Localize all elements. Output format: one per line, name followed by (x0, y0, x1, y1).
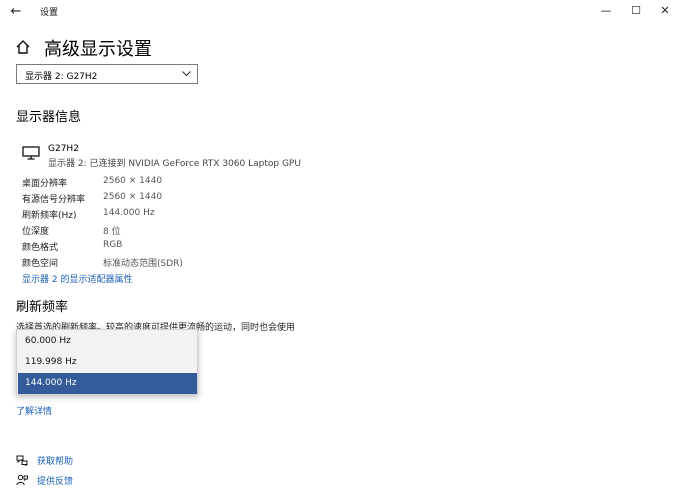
minimize-button[interactable]: — (592, 2, 620, 20)
desktop-resolution-value: 2560 × 1440 (103, 176, 163, 186)
refresh-option-119[interactable]: 119.998 Hz (18, 352, 197, 373)
refresh-option-144[interactable]: 144.000 Hz (18, 373, 197, 394)
color-space-value: 标准动态范围(SDR) (103, 259, 183, 269)
display-select-value: 显示器 2: G27H2 (25, 72, 98, 82)
display-info-heading: 显示器信息 (16, 110, 82, 125)
maximize-button[interactable]: ☐ (622, 2, 650, 20)
refresh-rate-heading: 刷新频率 (16, 300, 69, 315)
desktop-resolution-label: 桌面分辨率 (22, 179, 68, 189)
title-bar (0, 0, 681, 24)
color-space-label: 颜色空间 (22, 259, 59, 269)
color-format-label: 颜色格式 (22, 243, 59, 253)
help-icon (16, 455, 28, 466)
color-format-value: RGB (103, 240, 123, 250)
feedback-icon (16, 474, 28, 486)
close-button[interactable]: ✕ (651, 2, 679, 20)
home-icon[interactable] (15, 39, 31, 55)
window-title: 设置 (40, 8, 59, 18)
refresh-rate-value: 144.000 Hz (103, 208, 155, 218)
chevron-down-icon (182, 71, 191, 77)
active-signal-resolution-label: 有源信号分辨率 (22, 195, 86, 205)
adapter-properties-link[interactable]: 显示器 2 的显示适配器属性 (22, 272, 132, 285)
active-signal-resolution-value: 2560 × 1440 (103, 192, 163, 202)
refresh-rate-label: 刷新频率(Hz) (22, 211, 77, 221)
back-button[interactable]: ← (6, 3, 26, 21)
feedback-link[interactable]: 提供反馈 (37, 474, 73, 487)
monitor-icon (22, 146, 40, 160)
bit-depth-label: 位深度 (22, 227, 50, 237)
refresh-option-60[interactable]: 60.000 Hz (18, 331, 197, 352)
learn-more-link[interactable]: 了解详情 (16, 404, 52, 417)
monitor-connection: 显示器 2: 已连接到 NVIDIA GeForce RTX 3060 Lapt… (48, 159, 301, 169)
display-select[interactable]: 显示器 2: G27H2 (16, 64, 198, 84)
bit-depth-value: 8 位 (103, 227, 121, 237)
page-title: 高级显示设置 (44, 39, 152, 60)
monitor-name: G27H2 (48, 144, 79, 154)
get-help-link[interactable]: 获取帮助 (37, 454, 73, 467)
refresh-rate-dropdown: 60.000 Hz 119.998 Hz 144.000 Hz (16, 329, 198, 395)
